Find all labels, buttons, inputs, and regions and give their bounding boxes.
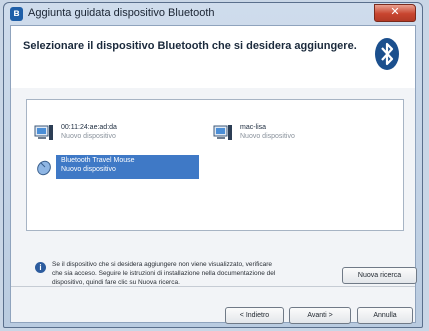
device-status: Nuovo dispositivo bbox=[61, 166, 116, 173]
window-title: Aggiunta guidata dispositivo Bluetooth bbox=[28, 7, 215, 19]
bluetooth-logo-icon bbox=[375, 38, 399, 70]
device-status: Nuovo dispositivo bbox=[61, 133, 116, 140]
wizard-content: Selezionare il dispositivo Bluetooth che… bbox=[10, 25, 417, 324]
next-button[interactable]: Avanti > bbox=[289, 307, 351, 324]
device-item-mac-lisa[interactable]: mac-lisa Nuovo dispositivo bbox=[213, 122, 363, 148]
device-name: mac-lisa bbox=[240, 124, 267, 131]
footer-divider bbox=[11, 286, 415, 287]
bluetooth-rune-icon bbox=[381, 42, 394, 66]
title-bar[interactable]: ʙ Aggiunta guidata dispositivo Bluetooth… bbox=[4, 3, 422, 25]
back-button[interactable]: < Indietro bbox=[225, 307, 284, 324]
device-name: 00:11:24:ae:ad:da bbox=[61, 124, 117, 131]
computer-icon bbox=[213, 124, 233, 142]
computer-icon bbox=[34, 124, 54, 142]
info-text: Se il dispositivo che si desidera aggiun… bbox=[52, 261, 276, 286]
device-list[interactable]: 00:11:24:ae:ad:da Nuovo dispositivo mac-… bbox=[26, 99, 404, 231]
cancel-button[interactable]: Annulla bbox=[357, 307, 413, 324]
device-item-travel-mouse[interactable]: Bluetooth Travel Mouse Nuovo dispositivo bbox=[34, 155, 204, 179]
bluetooth-wizard-window: ʙ Aggiunta guidata dispositivo Bluetooth… bbox=[3, 2, 423, 328]
mouse-icon bbox=[34, 158, 54, 176]
wizard-header: Selezionare il dispositivo Bluetooth che… bbox=[11, 26, 415, 88]
close-button[interactable]: ✕ bbox=[374, 4, 416, 22]
device-item-0011[interactable]: 00:11:24:ae:ad:da Nuovo dispositivo bbox=[34, 122, 184, 148]
device-status: Nuovo dispositivo bbox=[240, 133, 295, 140]
info-icon: i bbox=[35, 262, 46, 273]
bluetooth-app-icon: ʙ bbox=[10, 7, 23, 21]
instruction-text: Selezionare il dispositivo Bluetooth che… bbox=[23, 40, 357, 52]
new-search-button[interactable]: Nuova ricerca bbox=[342, 267, 417, 284]
device-name: Bluetooth Travel Mouse bbox=[61, 157, 135, 164]
